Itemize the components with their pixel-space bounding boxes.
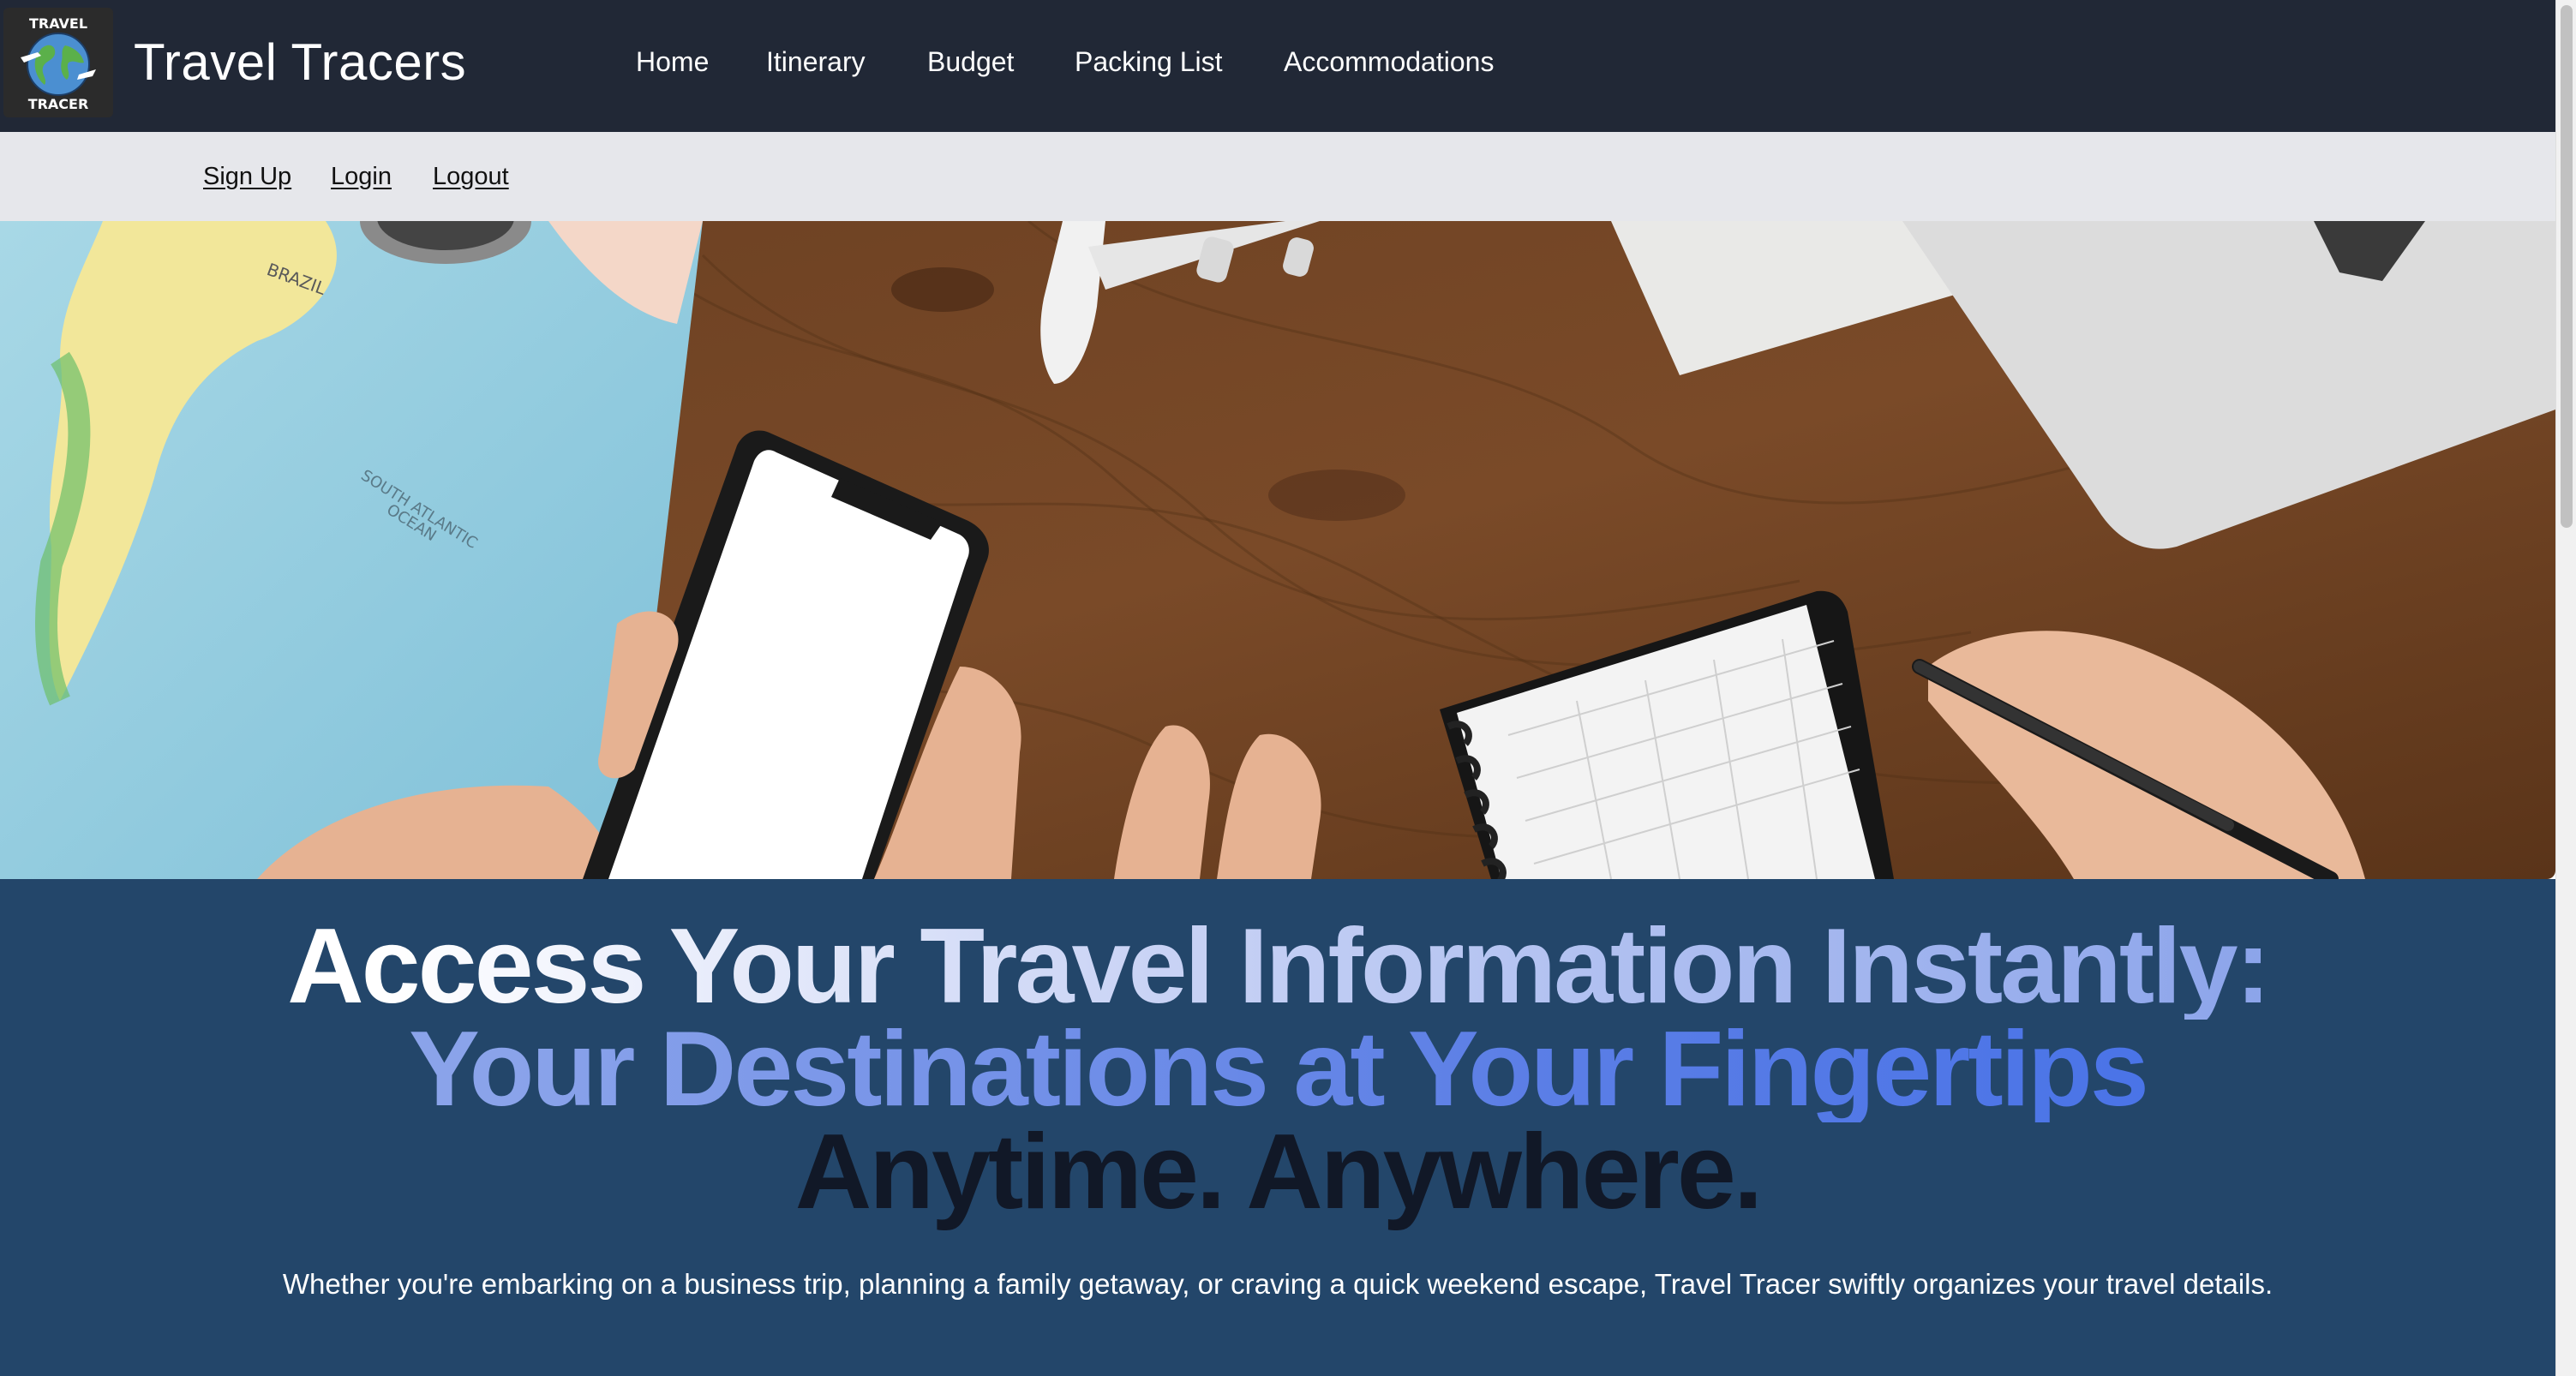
hero-image: BRAZIL SOUTH ATLANTIC OCEAN bbox=[0, 221, 2555, 879]
headline-line-1: Access Your Travel Information Instantly… bbox=[0, 913, 2555, 1020]
page: TRAVEL TRACER Travel Tracers Home Itiner… bbox=[0, 0, 2555, 1376]
headline-line-2: Your Destinations at Your Fingertips bbox=[0, 1016, 2555, 1122]
nav-home[interactable]: Home bbox=[636, 46, 709, 78]
scrollbar-thumb[interactable] bbox=[2561, 5, 2573, 528]
nav-packing-list[interactable]: Packing List bbox=[1075, 46, 1223, 78]
sign-up-link[interactable]: Sign Up bbox=[203, 163, 291, 191]
brand-title[interactable]: Travel Tracers bbox=[134, 33, 466, 92]
page-scrollbar[interactable] bbox=[2555, 0, 2576, 1376]
login-link[interactable]: Login bbox=[331, 163, 392, 191]
logout-link[interactable]: Logout bbox=[433, 163, 509, 191]
nav-itinerary[interactable]: Itinerary bbox=[766, 46, 866, 78]
top-navbar: TRAVEL TRACER Travel Tracers Home Itiner… bbox=[0, 0, 2555, 132]
globe-logo-icon: TRAVEL TRACER bbox=[3, 8, 113, 117]
travel-tracer-logo[interactable]: TRAVEL TRACER bbox=[3, 8, 113, 117]
nav-accommodations[interactable]: Accommodations bbox=[1284, 46, 1494, 78]
logo-text-bottom: TRACER bbox=[28, 96, 89, 112]
hero-description: Whether you're embarking on a business t… bbox=[282, 1268, 2273, 1300]
nav-budget[interactable]: Budget bbox=[927, 46, 1014, 78]
logo-text-top: TRAVEL bbox=[29, 15, 87, 32]
headline-line-3: Anytime. Anywhere. bbox=[794, 1113, 1764, 1231]
